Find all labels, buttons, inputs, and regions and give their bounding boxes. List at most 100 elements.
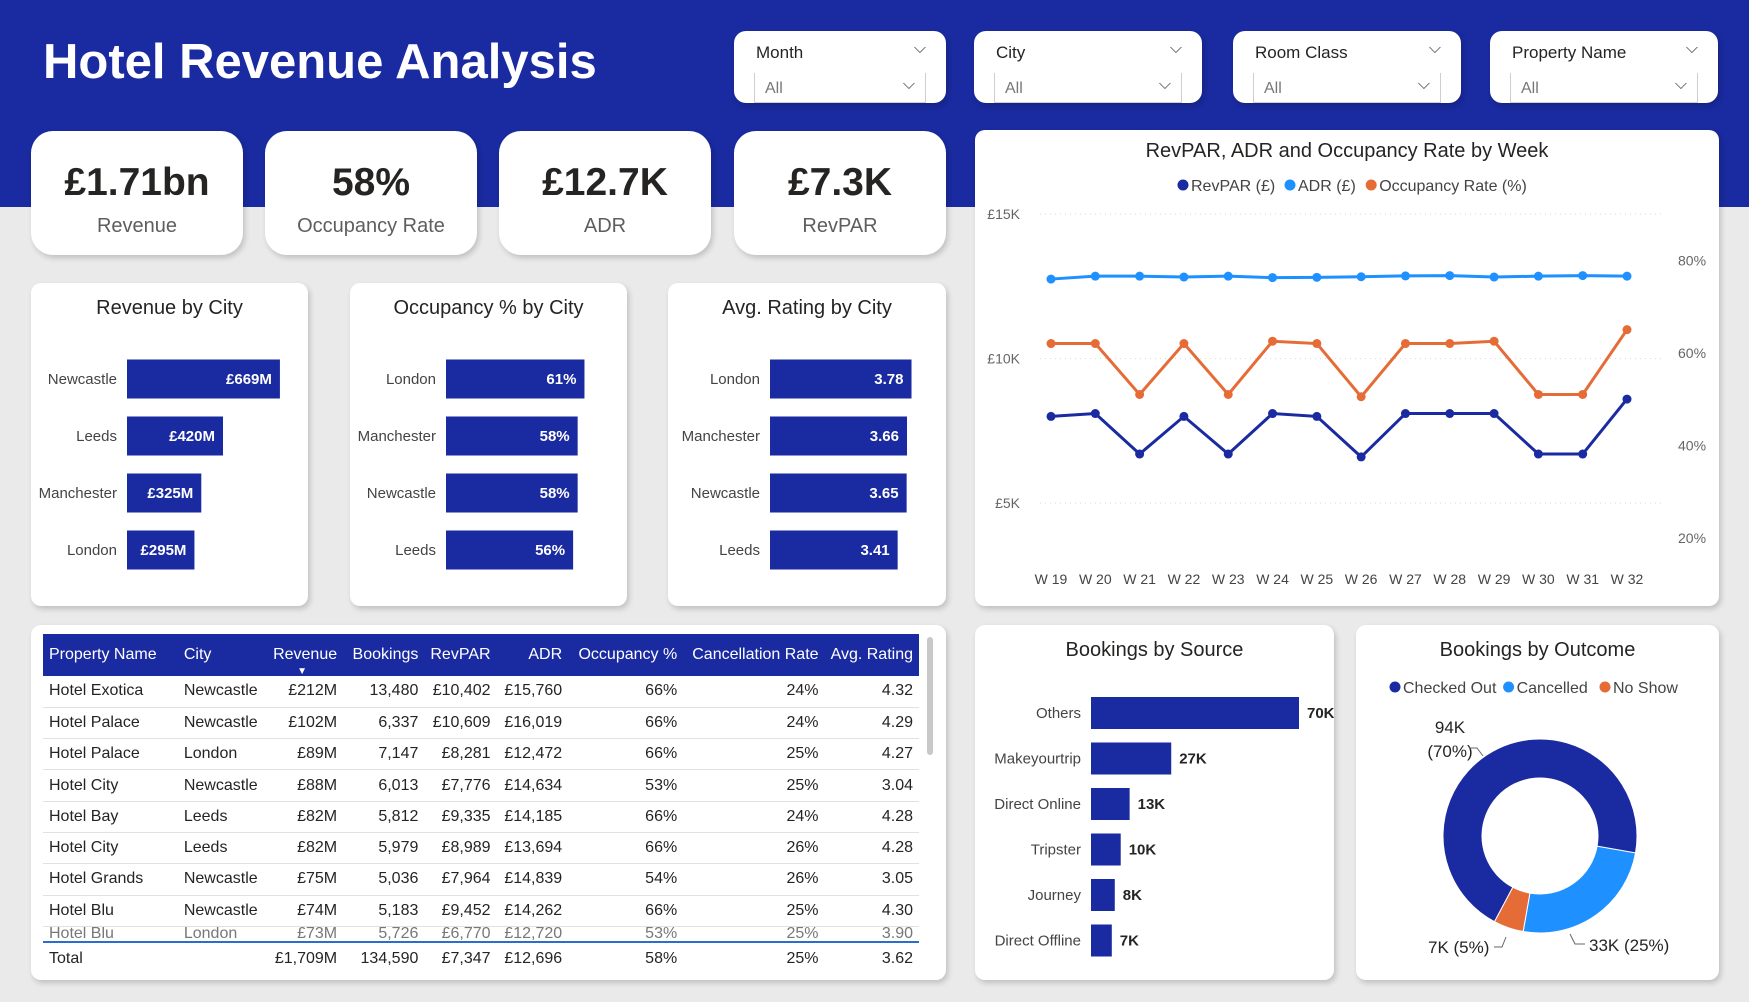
table-cell: 24% [683,707,825,740]
table-cell: 54% [568,863,684,896]
table-total-row: Total £1,709M 134,590 £7,347 £12,696 58% 25% 3.… [43,942,919,976]
chevron-down-icon: ⌵ [1158,76,1171,93]
table-cell: Newcastle [167,676,268,708]
chevron-down-icon: ⌵ [1417,76,1430,93]
col-header[interactable]: ADR [496,634,569,676]
table-row[interactable]: Hotel Grands Newcastle £75M 5,036 £7,964 £14,… [43,863,919,896]
data-point [1090,409,1100,419]
kpi-value: £7.3K [787,161,893,204]
bar [1091,924,1112,957]
data-point [1400,409,1410,419]
data-point [1312,411,1322,421]
table-cell: £1,709M [274,950,338,968]
x-tick-label: W 26 [1345,571,1378,587]
category-label: Newcastle [48,371,117,388]
table-row[interactable]: Hotel Palace Newcastle £102M 6,337 £10,609 £1… [43,707,919,740]
table-cell: Hotel City [43,832,168,865]
data-point [1445,271,1455,281]
data-point [1533,449,1543,459]
table-cell: 3.90 [824,926,919,943]
table-scrollbar[interactable] [927,637,933,755]
table-cell: £8,281 [424,738,497,771]
table-cell: £8,989 [424,832,497,865]
property-name-slicer[interactable]: Property Name ⌵ All ⌵ [1490,31,1718,103]
bookings-by-source-card: Bookings by Source Others 70K Makeyourtrip… [975,625,1334,980]
y-right-tick-label: 80% [1678,252,1706,268]
x-tick-label: W 21 [1123,571,1156,587]
month-slicer[interactable]: Month ⌵ All ⌵ [734,31,946,103]
chevron-down-icon[interactable]: ⌵ [1429,40,1441,58]
table-cell: 24% [683,676,825,708]
table-cell: 4.27 [824,738,919,771]
table-row[interactable]: Hotel City Leeds £82M 5,979 £8,989 £13,694 66%… [43,832,919,865]
kpi-label: Occupancy Rate [297,215,445,237]
room-class-slicer[interactable]: Room Class ⌵ All ⌵ [1233,31,1461,103]
data-label: 27K [1179,751,1207,768]
legend-label: Checked Out [1403,680,1497,697]
y-tick-label: £15K [987,206,1020,222]
table-cell: £14,839 [496,863,569,896]
table-cell: Hotel Blu [43,926,168,943]
y-right-tick-label: 20% [1678,530,1706,546]
city-dropdown[interactable]: All ⌵ [994,73,1182,103]
room-class-dropdown[interactable]: All ⌵ [1253,73,1441,103]
category-label: Others [1036,705,1081,722]
data-label: 7K (5%) [1428,938,1489,957]
table-row[interactable]: Hotel City Newcastle £88M 6,013 £7,776 £14,63… [43,769,919,802]
data-label: 13K [1138,796,1166,813]
table-cell: 3.05 [824,863,919,896]
table-cell: 7,147 [343,738,425,771]
kpi-label: RevPAR [802,215,878,237]
table-cell [168,942,267,976]
table-cell: 25% [683,738,825,771]
table-row[interactable]: Hotel Palace London £89M 7,147 £8,281 £12,472… [43,738,919,771]
col-header[interactable]: Avg. Rating [824,634,919,676]
data-point [1223,271,1233,281]
data-point [1400,339,1410,349]
month-dropdown[interactable]: All ⌵ [754,73,926,103]
table-cell: £12,720 [496,926,569,943]
weekly-trend-chart: RevPAR (£) ADR (£) Occupancy Rate (%) £5K £1… [987,178,1706,587]
chevron-down-icon[interactable]: ⌵ [1170,40,1182,58]
col-header[interactable]: City [167,634,268,676]
col-header[interactable]: Occupancy % [568,634,684,676]
table-cell: Hotel Bay [43,801,168,833]
data-label: 94K [1435,718,1466,737]
data-point [1622,271,1632,281]
col-header[interactable]: Bookings [343,634,425,676]
data-point [1268,336,1278,346]
table-cell: £15,760 [496,676,569,708]
chevron-down-icon[interactable]: ⌵ [914,40,926,58]
data-point [1356,272,1366,282]
col-header[interactable]: Revenue ▼ [267,634,344,677]
legend-marker [1599,681,1611,693]
legend-marker [1284,179,1296,191]
col-header[interactable]: Cancellation Rate [683,634,825,676]
bar [1091,788,1130,820]
table-row[interactable]: Hotel Exotica Newcastle £212M 13,480 £10,402… [43,676,919,708]
data-point [1533,271,1543,281]
data-point [1179,272,1189,282]
data-point [1356,392,1366,402]
category-label: Makeyourtrip [994,751,1081,768]
sort-desc-icon[interactable]: ▼ [297,666,307,677]
table-row[interactable]: Hotel Blu Newcastle £74M 5,183 £9,452 £14,262… [43,895,919,927]
data-point [1179,411,1189,421]
city-slicer[interactable]: City ⌵ All ⌵ [974,31,1202,103]
table-cell: 3.04 [824,769,919,802]
col-header[interactable]: RevPAR [424,634,497,676]
chevron-down-icon[interactable]: ⌵ [1686,40,1698,58]
table-row[interactable]: Hotel Bay Leeds £82M 5,812 £9,335 £14,185 66% 2… [43,801,919,833]
property-name-dropdown[interactable]: All ⌵ [1510,73,1698,103]
slicer-title: Room Class [1255,43,1348,62]
table-cell: £7,776 [424,769,497,802]
data-point [1268,273,1278,283]
legend-label: Occupancy Rate (%) [1379,178,1527,195]
category-label: Newcastle [691,485,760,502]
leader-line [1569,933,1585,945]
col-header[interactable]: Property Name [43,634,168,676]
data-label: 8K [1123,887,1142,904]
data-point [1268,409,1278,419]
table-row[interactable]: Hotel Blu London £73M 5,726 £6,770 £12,720 53%… [43,926,919,943]
series-line [1051,328,1629,400]
